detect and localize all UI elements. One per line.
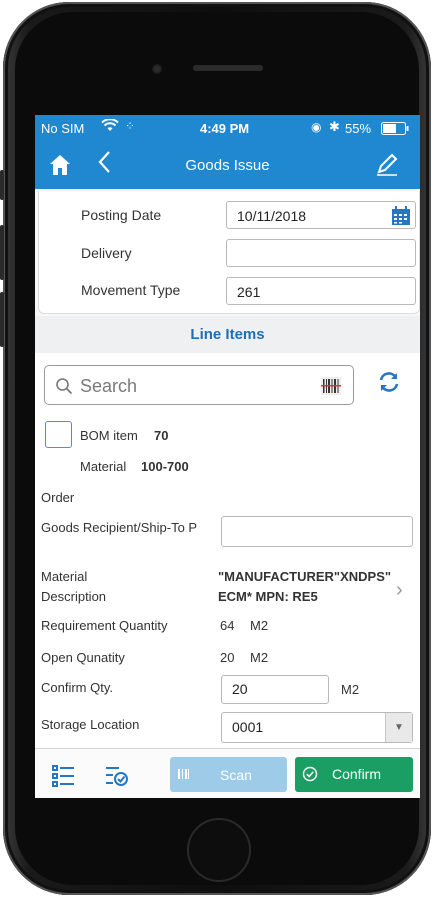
storage-location-label: Storage Location [41,717,140,732]
barcode-scan-icon [177,767,191,784]
clock: 4:49 PM [200,121,250,136]
confirm-label: Confirm [332,766,382,782]
list-view-icon[interactable] [52,765,76,787]
volume-up-button [0,225,4,280]
refresh-icon[interactable] [376,369,402,395]
carrier-label: No SIM [41,121,85,136]
material-label: Material [80,459,127,474]
bom-item-label: BOM item [80,428,138,443]
storage-location-value: 0001 [232,719,264,735]
confirm-qty-label: Confirm Qty. [41,680,113,695]
bom-item-checkbox[interactable] [45,421,72,448]
delivery-field[interactable] [226,239,416,267]
orientation-lock-icon: ◉ [311,120,322,134]
battery-percent: 55% [345,121,372,136]
material-description-label: Material Description [41,569,107,604]
search-box[interactable]: Search [44,365,354,405]
open-quantity-unit: M2 [250,650,269,665]
search-input[interactable]: Search [80,376,137,397]
front-camera [152,64,162,74]
status-bar: No SIM ⁘ 4:49 PM ◉ ✱ 55% [35,115,420,142]
chevron-down-icon[interactable]: ▼ [385,713,412,742]
nav-bar: Goods Issue [35,142,420,189]
open-quantity-value: 20 [220,650,235,665]
scan-button[interactable]: Scan [170,757,287,792]
search-icon [55,377,73,395]
home-button[interactable] [187,818,251,882]
barcode-icon[interactable] [321,377,341,395]
order-label: Order [41,490,75,505]
confirm-qty-field[interactable]: 20 [221,675,329,704]
bluetooth-icon: ✱ [329,119,340,134]
delivery-label: Delivery [81,245,132,261]
chevron-right-icon[interactable]: › [396,579,403,602]
page-title: Goods Issue [185,157,270,174]
bom-item-value: 70 [154,428,169,443]
footer-toolbar: Scan Confirm [35,748,420,798]
earpiece-speaker [193,65,263,71]
scan-label: Scan [220,767,252,783]
material-value: 100-700 [141,459,189,474]
material-description-value: "MANUFACTURER"XNDPS" ECM* MPN: RE5 [218,569,392,604]
header-form: Posting Date 10/11/2018 Delivery Movemen… [38,191,420,314]
confirm-button[interactable]: Confirm [295,757,413,792]
list-check-icon[interactable] [105,765,129,786]
posting-date-value: 10/11/2018 [237,208,307,224]
posting-date-field[interactable]: 10/11/2018 [226,201,416,229]
volume-down-button [0,292,4,347]
battery-icon [381,122,409,138]
open-quantity-label: Open Qunatity [41,650,125,665]
confirm-check-icon [302,766,318,785]
app-screen: No SIM ⁘ 4:49 PM ◉ ✱ 55% Goods Issue Pos… [35,115,420,798]
activity-spinner-icon: ⁘ [125,119,136,133]
recipient-label: Goods Recipient/Ship-To P [41,520,198,535]
storage-location-select[interactable]: 0001 ▼ [221,712,413,743]
calendar-icon[interactable] [387,202,415,229]
edit-pencil-icon[interactable] [375,152,399,176]
movement-type-field[interactable]: 261 [226,277,416,305]
confirm-qty-unit: M2 [341,682,360,697]
requirement-quantity-unit: M2 [250,618,269,633]
mute-switch [0,170,4,200]
posting-date-label: Posting Date [81,207,162,223]
line-item-detail: Search BOM item 70 Material 100-700 Orde… [35,353,420,748]
recipient-field[interactable] [221,516,413,547]
requirement-quantity-label: Requirement Quantity [41,618,168,633]
requirement-quantity-value: 64 [220,618,235,633]
movement-type-label: Movement Type [81,282,181,298]
line-items-header: Line Items [35,316,420,353]
wifi-icon [101,118,119,136]
